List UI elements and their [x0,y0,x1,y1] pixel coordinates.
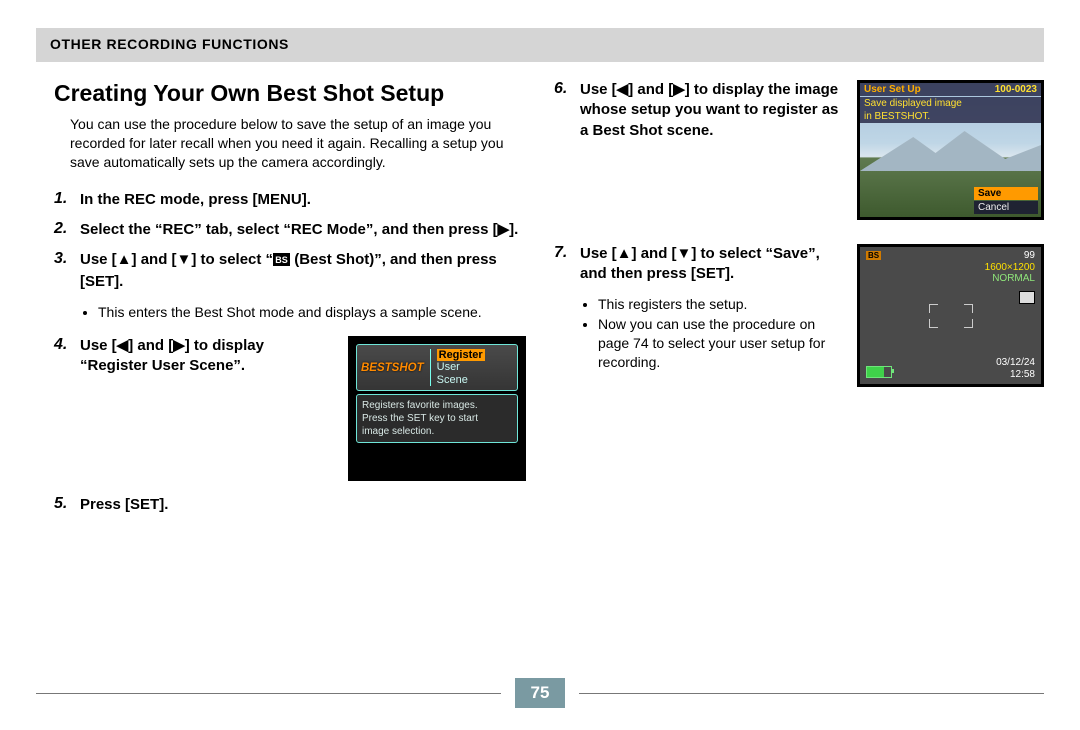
intro-paragraph: You can use the procedure below to save … [70,115,510,172]
overlay-line: Save displayed image [860,97,1041,110]
step-number: 2. [54,220,80,240]
screenshot-save-scene: User Set Up 100-0023 Save displayed imag… [857,80,1044,220]
step-number: 5. [54,495,80,515]
step-7: 7. Use [▲] and [▼] to select “Save”, and… [554,244,839,285]
step-1: 1. In the REC mode, press [MENU]. [54,190,526,210]
bestshot-menu: Register User Scene [430,349,485,387]
step-text: Press [SET]. [80,495,526,515]
step-3-bullets: This enters the Best Shot mode and displ… [86,303,526,322]
step-4: 4. Use [◀] and [▶] to display “Register … [54,336,330,377]
step-3: 3. Use [▲] and [▼] to select “BS (Best S… [54,250,526,293]
footer-rule [36,693,501,694]
page-footer: 75 [0,678,1080,708]
step-text: Use [▲] and [▼] to select “BS (Best Shot… [80,250,526,293]
step-text: In the REC mode, press [MENU]. [80,190,526,210]
section-header: OTHER RECORDING FUNCTIONS [36,28,1044,62]
quality: NORMAL [985,273,1035,285]
menu-item-cancel: Cancel [974,201,1038,214]
step-text: Use [◀] and [▶] to display the image who… [580,80,839,141]
screenshot-bestshot-menu: BESTSHOT Register User Scene Registers f… [348,336,526,481]
menu-item: Scene [437,374,485,387]
screenshot-rec-screen: BS 99 1600×1200 NORMAL 03/12/24 12:58 [857,244,1044,387]
step-number: 6. [554,80,580,141]
resolution: 1600×1200 [985,262,1035,274]
overlay-title: User Set Up [864,84,921,95]
step-number: 4. [54,336,80,377]
step-text: Use [▲] and [▼] to select “Save”, and th… [580,244,839,285]
svg-text:BS: BS [275,255,288,265]
section-header-text: OTHER RECORDING FUNCTIONS [50,36,289,52]
menu-item-save: Save [974,187,1038,200]
bullet: Now you can use the procedure on page 74… [598,315,839,372]
menu-item: User [437,361,485,374]
save-menu: Save Cancel [974,186,1038,214]
step-6: 6. Use [◀] and [▶] to display the image … [554,80,839,141]
right-column: 6. Use [◀] and [▶] to display the image … [554,80,1044,525]
step-text: Select the “REC” tab, select “REC Mode”,… [80,220,526,240]
time: 12:58 [996,369,1035,381]
mountain-graphic [860,131,1041,171]
bestshot-caption: Registers favorite images. Press the SET… [356,394,518,443]
footer-rule [579,693,1044,694]
overlay-bar: User Set Up 100-0023 [860,83,1041,96]
overlay-line: in BESTSHOT. [860,110,1041,123]
bullet: This enters the Best Shot mode and displ… [98,303,526,322]
bs-badge: BS [866,251,881,260]
step-5: 5. Press [SET]. [54,495,526,515]
status-top-right: 99 1600×1200 NORMAL [985,250,1035,285]
bullet: This registers the setup. [598,295,839,314]
step-text: Use [◀] and [▶] to display “Register Use… [80,336,330,377]
step-2: 2. Select the “REC” tab, select “REC Mod… [54,220,526,240]
card-icon [1019,291,1035,304]
focus-frame [929,304,973,328]
step-7-bullets: This registers the setup. Now you can us… [586,295,839,373]
left-column: Creating Your Own Best Shot Setup You ca… [36,80,526,525]
step-number: 1. [54,190,80,210]
step-number: 7. [554,244,580,285]
datetime: 03/12/24 12:58 [996,357,1035,380]
shots-remaining: 99 [985,250,1035,262]
date: 03/12/24 [996,357,1035,369]
menu-item-highlight: Register [437,349,485,362]
bestshot-logo: BESTSHOT [361,362,424,374]
page-number: 75 [515,678,566,708]
page-title: Creating Your Own Best Shot Setup [54,80,526,107]
bs-icon: BS [273,252,290,272]
battery-icon [866,366,892,378]
overlay-file-number: 100-0023 [995,84,1037,95]
step-number: 3. [54,250,80,293]
